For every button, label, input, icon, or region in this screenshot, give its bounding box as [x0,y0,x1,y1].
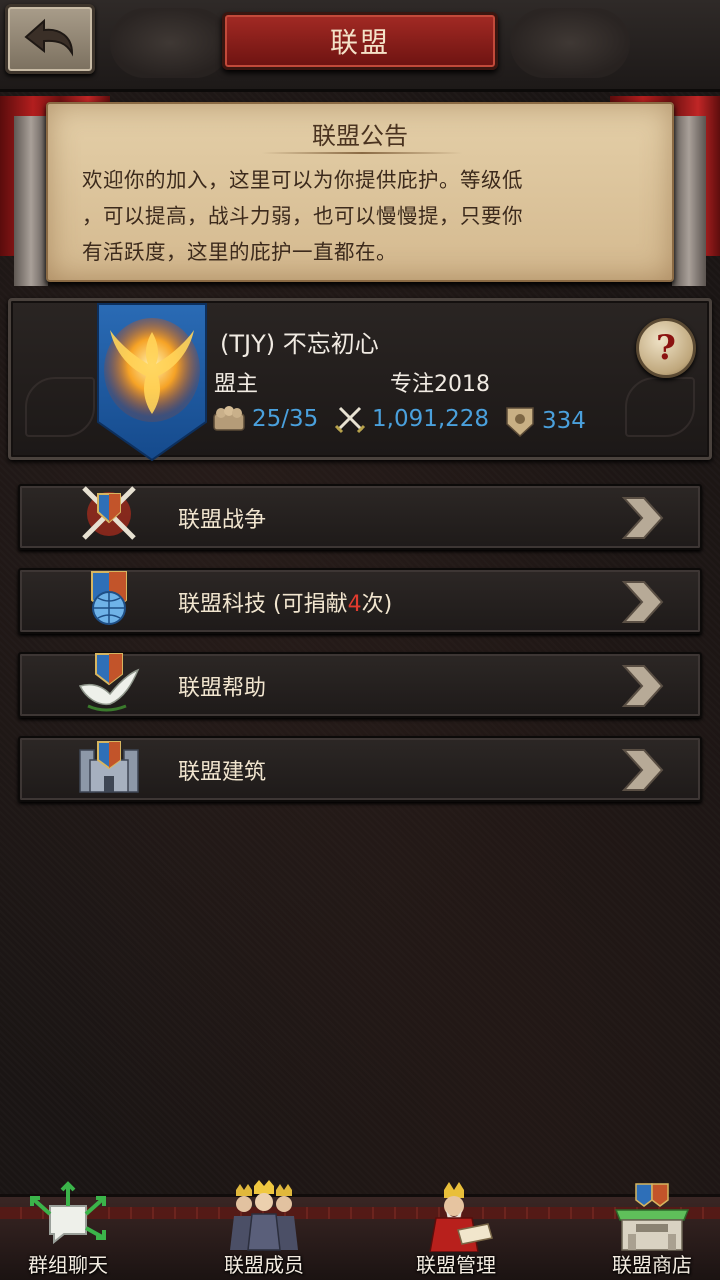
menu-label: 联盟科技 (可捐献4次) [178,586,392,618]
pillar-right [672,116,706,286]
castle-shield-icon [79,741,139,793]
nav-group-chat[interactable]: 群组聊天 [8,1180,128,1280]
chevron-right-icon [621,581,664,623]
title-plate: 联盟 [222,12,498,70]
menu-label: 联盟战争 [178,508,267,533]
leader-name: 专注2018 [390,372,490,397]
help-button[interactable]: ? [636,318,696,378]
honor-stat: 334 [504,404,586,438]
phoenix-banner-icon [97,303,207,462]
kings-group-icon [230,1180,298,1251]
power-value: 1,091,228 [372,406,490,432]
ornament-corner-right [625,377,695,437]
chat-arrows-icon [30,1181,106,1245]
back-arrow-icon [24,18,74,57]
help-label: ? [656,328,676,368]
pillar-left [14,116,48,286]
store-building-icon [614,1183,690,1251]
back-button[interactable] [5,4,95,74]
leader-role-label: 盟主 [214,372,259,397]
chevron-right-icon [621,749,664,791]
members-icon [213,406,245,431]
ornament-right [510,8,630,78]
announcement-divider [262,152,462,154]
crossed-swords-icon [334,406,366,434]
ornament-left [110,8,230,78]
king-reading-icon [429,1182,493,1252]
menu-alliance-tech[interactable]: 联盟科技 (可捐献4次) [18,568,702,634]
nav-label: 群组聊天 [28,1253,108,1277]
members-count: 25/35 [252,406,319,432]
menu-label-prefix: 联盟科技 (可捐献 [178,592,348,617]
announcement-line: 有活跃度，这里的庇护一直都在。 [82,240,397,264]
power-stat: 1,091,228 [334,404,489,434]
announcement-text: 欢迎你的加入，这里可以为你提供庇护。等级低 ，可以提高，战斗力弱，也可以慢慢提，… [82,162,622,270]
ornament-corner-left [25,377,95,437]
honor-shield-icon [506,407,534,438]
nav-store[interactable]: 联盟商店 [592,1180,712,1280]
menu-label: 联盟建筑 [178,760,267,785]
alliance-name: (TJY) 不忘初心 [220,330,379,358]
menu-label-suffix: 次) [361,592,393,617]
menu-alliance-buildings[interactable]: 联盟建筑 [18,736,702,802]
announcement-title: 联盟公告 [312,122,408,150]
announcement-line: 欢迎你的加入，这里可以为你提供庇护。等级低 [82,168,523,192]
members-stat: 25/35 [212,404,318,434]
announcement-section: 联盟公告 欢迎你的加入，这里可以为你提供庇护。等级低 ，可以提高，战斗力弱，也可… [0,96,720,292]
page-title: 联盟 [329,26,390,59]
donation-count: 4 [347,592,362,617]
nav-label: 联盟商店 [612,1253,692,1277]
crossed-swords-shield-icon [82,486,136,540]
dove-shield-icon [78,653,140,712]
nav-label: 联盟管理 [416,1253,496,1277]
menu-label: 联盟帮助 [178,676,267,701]
chevron-right-icon [621,665,664,707]
nav-management[interactable]: 联盟管理 [396,1180,516,1280]
globe-shield-icon [91,571,127,625]
nav-members[interactable]: 联盟成员 [204,1180,324,1280]
menu-alliance-war[interactable]: 联盟战争 [18,484,702,550]
announcement-line: ，可以提高，战斗力弱，也可以慢慢提，只要你 [82,204,523,228]
menu-alliance-help[interactable]: 联盟帮助 [18,652,702,718]
announcement-panel: 联盟公告 欢迎你的加入，这里可以为你提供庇护。等级低 ，可以提高，战斗力弱，也可… [46,102,674,282]
chevron-right-icon [621,497,664,539]
nav-label: 联盟成员 [224,1253,304,1277]
honor-value: 334 [542,408,586,434]
